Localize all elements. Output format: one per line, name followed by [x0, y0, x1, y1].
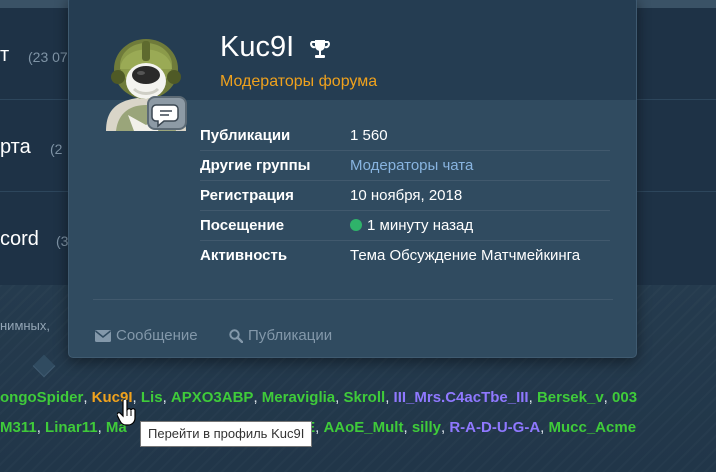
soldier-avatar-icon[interactable]	[98, 35, 198, 131]
info-value: 10 ноября, 2018	[350, 187, 463, 204]
online-user-link[interactable]: Linar11	[45, 419, 98, 436]
message-label: Сообщение	[116, 327, 198, 344]
info-label: Публикации	[200, 127, 291, 144]
online-user-link[interactable]: Bersek_v	[537, 389, 604, 406]
online-user-link[interactable]: Skroll	[344, 389, 386, 406]
info-value: 1 560	[350, 127, 388, 144]
profile-group: Модераторы форума	[220, 73, 378, 90]
envelope-icon	[95, 329, 111, 342]
online-users-row: M311, Linar11, Ma SE, AAoE_Mult, silly, …	[0, 419, 637, 436]
info-row: Регистрация 10 ноября, 2018	[200, 181, 610, 211]
forum-name[interactable]: т	[0, 44, 9, 67]
forum-name[interactable]: рта	[0, 136, 31, 159]
forum-count: (2	[50, 141, 63, 157]
info-row: Публикации 1 560	[200, 121, 610, 151]
info-label: Регистрация	[200, 187, 294, 204]
info-label: Активность	[200, 247, 288, 264]
online-user-link[interactable]: R-A-D-U-G-A	[449, 419, 540, 436]
online-user-link[interactable]: ongoSpider	[0, 389, 83, 406]
profile-hovercard: Kuc9I Модераторы форума Публикации 1 560…	[68, 0, 637, 358]
online-user-link[interactable]: Meraviglia	[262, 389, 335, 406]
trophy-icon	[309, 38, 331, 60]
search-icon	[229, 328, 243, 343]
posts-button[interactable]: Публикации	[229, 327, 332, 344]
message-button[interactable]: Сообщение	[95, 327, 198, 344]
forum-count: (23 07	[28, 49, 68, 65]
info-label: Посещение	[200, 217, 285, 234]
profile-tooltip: Перейти в профиль Kuc9I	[140, 421, 313, 447]
forum-count: (3	[56, 233, 69, 249]
divider	[93, 299, 613, 300]
profile-username[interactable]: Kuc9I	[220, 31, 294, 64]
info-value[interactable]: Тема Обсуждение Матчмейкинга	[350, 247, 580, 264]
info-row: Другие группы Модераторы чата	[200, 151, 610, 181]
online-user-link[interactable]: silly	[412, 419, 441, 436]
online-user-link[interactable]: AAoE_Mult	[323, 419, 403, 436]
anonymous-users-text: нимных,	[0, 318, 51, 333]
profile-info-table: Публикации 1 560 Другие группы Модератор…	[200, 121, 610, 271]
info-value-link[interactable]: Модераторы чата	[350, 157, 473, 174]
info-row: Активность Тема Обсуждение Матчмейкинга	[200, 241, 610, 271]
info-value: 1 минуту назад	[350, 217, 473, 234]
info-row: Посещение 1 минуту назад	[200, 211, 610, 241]
online-user-link[interactable]: 003	[612, 389, 637, 406]
info-label: Другие группы	[200, 157, 311, 174]
online-user-link[interactable]: Lis	[141, 389, 163, 406]
last-visit-text: 1 минуту назад	[367, 217, 474, 234]
online-user-link[interactable]: Mucc_Acme	[549, 419, 637, 436]
forum-name[interactable]: cord	[0, 228, 39, 251]
posts-label: Публикации	[248, 327, 333, 344]
hand-cursor-icon	[116, 398, 137, 426]
online-users-row: ongoSpider, Kuc9I, Lis, APXO3ABP, Meravi…	[0, 389, 638, 406]
online-user-link[interactable]: APXO3ABP	[171, 389, 254, 406]
online-user-link[interactable]: III_Mrs.C4acTbe_III	[394, 389, 529, 406]
online-status-icon	[350, 219, 362, 231]
online-user-link[interactable]: M311	[0, 419, 37, 436]
